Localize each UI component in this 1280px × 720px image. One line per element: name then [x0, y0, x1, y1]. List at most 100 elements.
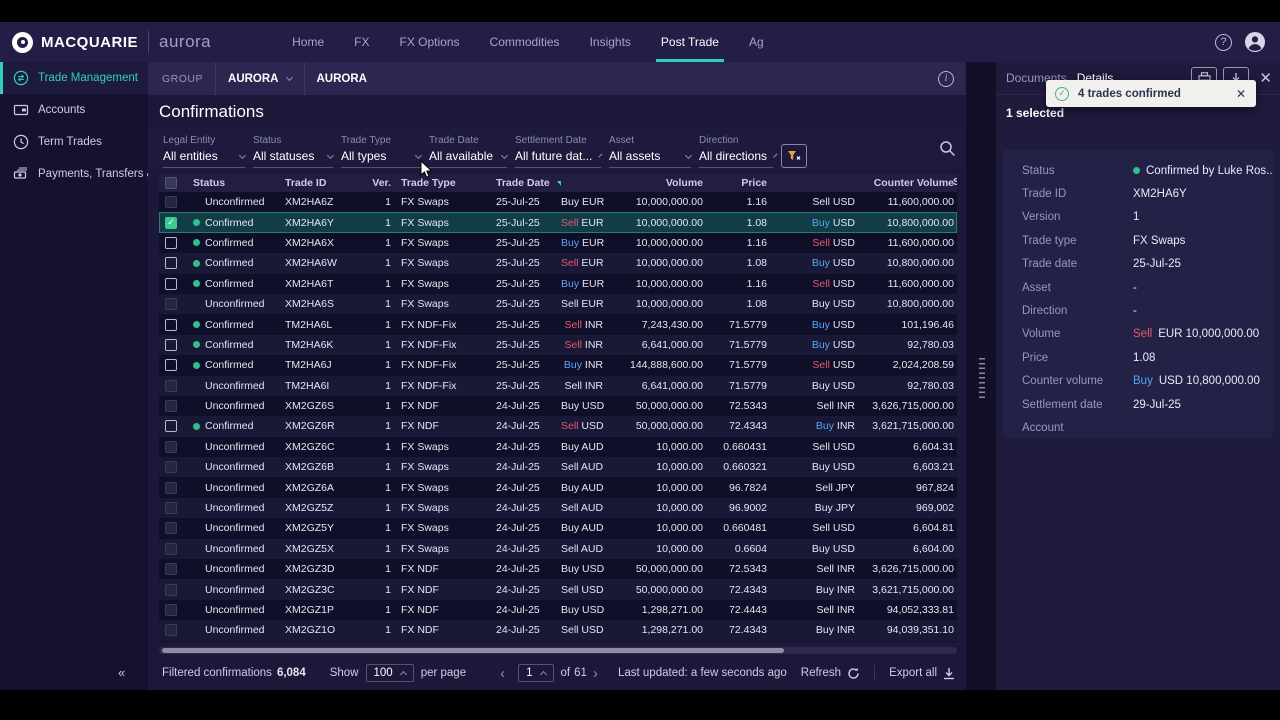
row-checkbox-cell — [159, 278, 187, 290]
row-checkbox[interactable] — [165, 604, 177, 616]
nav-item-insights[interactable]: Insights — [575, 22, 646, 62]
export-all-button[interactable]: Export all — [875, 667, 957, 680]
table-row-XM2GZ6S[interactable]: UnconfirmedXM2GZ6S1FX NDF24-Jul-25Buy US… — [159, 396, 957, 416]
row-checkbox[interactable] — [165, 319, 177, 331]
table-row-XM2HA6S[interactable]: UnconfirmedXM2HA6S1FX Swaps25-Jul-25Sell… — [159, 294, 957, 314]
sidebar-item-term-trades[interactable]: Term Trades — [0, 126, 148, 158]
user-avatar-icon[interactable] — [1244, 31, 1266, 53]
toast-close-icon[interactable]: ✕ — [1236, 87, 1246, 101]
row-checkbox[interactable] — [165, 380, 177, 392]
row-checkbox[interactable] — [165, 359, 177, 371]
table-row-XM2HA6X[interactable]: ConfirmedXM2HA6X1FX Swaps25-Jul-25Buy EU… — [159, 233, 957, 253]
status-dot — [193, 239, 200, 246]
nav-item-fx[interactable]: FX — [339, 22, 384, 62]
sidebar-item-payments-transfers[interactable]: Payments, Transfers & ... — [0, 158, 148, 190]
row-checkbox[interactable] — [165, 461, 177, 473]
row-checkbox-cell — [159, 237, 187, 249]
nav-item-commodities[interactable]: Commodities — [475, 22, 575, 62]
row-checkbox[interactable] — [165, 482, 177, 494]
row-checkbox[interactable] — [165, 298, 177, 310]
row-checkbox[interactable] — [165, 584, 177, 596]
header-status[interactable]: Status — [187, 177, 279, 189]
cell-volume: 50,000,000.00 — [617, 400, 713, 412]
table-row-XM2GZ6R[interactable]: ConfirmedXM2GZ6R1FX NDF24-Jul-25Sell USD… — [159, 416, 957, 436]
filter-legal-entity-dropdown[interactable]: All entities — [163, 149, 245, 168]
header-trade-type[interactable]: Trade Type — [395, 177, 477, 189]
nav-item-home[interactable]: Home — [277, 22, 339, 62]
table-row-XM2GZ1P[interactable]: UnconfirmedXM2GZ1P1FX NDF24-Jul-25Buy US… — [159, 600, 957, 620]
info-icon[interactable]: i — [938, 71, 954, 87]
table-row-XM2GZ5X[interactable]: UnconfirmedXM2GZ5X1FX Swaps24-Jul-25Sell… — [159, 539, 957, 559]
table-row-XM2HA6W[interactable]: ConfirmedXM2HA6W1FX Swaps25-Jul-25Sell E… — [159, 253, 957, 273]
row-checkbox[interactable] — [165, 257, 177, 269]
panel-resize-handle[interactable] — [979, 358, 985, 398]
sidebar-collapse-button[interactable]: « — [118, 665, 125, 680]
filter-settlement-date-dropdown[interactable]: All future dat... — [515, 149, 601, 168]
table-row-XM2HA6Y[interactable]: ✓ConfirmedXM2HA6Y1FX Swaps25-Jul-25Sell … — [159, 212, 957, 232]
header-trade-id[interactable]: Trade ID — [279, 177, 367, 189]
group-selector[interactable]: AURORA — [228, 73, 291, 85]
table-row-XM2GZ5Z[interactable]: UnconfirmedXM2GZ5Z1FX Swaps24-Jul-25Sell… — [159, 498, 957, 518]
row-checkbox[interactable] — [165, 400, 177, 412]
status-text: Confirmed — [205, 339, 253, 351]
header-volume[interactable]: Volume — [617, 177, 713, 189]
row-checkbox[interactable]: ✓ — [165, 217, 177, 229]
filter-asset-dropdown[interactable]: All assets — [609, 149, 691, 168]
cell-version: 1 — [367, 522, 395, 534]
close-panel-icon[interactable]: ✕ — [1259, 69, 1272, 87]
prev-page-button[interactable]: ‹ — [494, 665, 511, 682]
table-row-XM2GZ6A[interactable]: UnconfirmedXM2GZ6A1FX Swaps24-Jul-25Buy … — [159, 477, 957, 497]
table-row-XM2HA6Z[interactable]: UnconfirmedXM2HA6Z1FX Swaps25-Jul-25Buy … — [159, 192, 957, 212]
header-trade-date[interactable]: Trade Date — [477, 177, 561, 189]
row-checkbox[interactable] — [165, 543, 177, 555]
table-row-XM2GZ1O[interactable]: UnconfirmedXM2GZ1O1FX NDF24-Jul-25Sell U… — [159, 620, 957, 640]
row-checkbox[interactable] — [165, 502, 177, 514]
sidebar-item-trade-management[interactable]: Trade Management — [0, 62, 148, 94]
page-number-select[interactable]: 1 — [518, 664, 553, 682]
table-row-XM2GZ5Y[interactable]: UnconfirmedXM2GZ5Y1FX Swaps24-Jul-25Buy … — [159, 518, 957, 538]
table-row-XM2GZ6C[interactable]: UnconfirmedXM2GZ6C1FX Swaps24-Jul-25Buy … — [159, 437, 957, 457]
macquarie-logo[interactable]: MACQUARIE aurora — [12, 31, 211, 53]
row-checkbox[interactable] — [165, 441, 177, 453]
detail-value: - — [1133, 305, 1137, 317]
cell-counter-direction: Buy USD — [777, 217, 865, 229]
next-page-button[interactable]: › — [587, 665, 604, 682]
row-checkbox[interactable] — [165, 196, 177, 208]
row-checkbox[interactable] — [165, 339, 177, 351]
header-price[interactable]: Price — [713, 177, 777, 189]
help-icon[interactable]: ? — [1215, 34, 1232, 51]
clear-filters-button[interactable] — [781, 144, 807, 168]
nav-item-post-trade[interactable]: Post Trade — [646, 22, 734, 62]
table-row-XM2GZ6B[interactable]: UnconfirmedXM2GZ6B1FX Swaps24-Jul-25Sell… — [159, 457, 957, 477]
row-checkbox[interactable] — [165, 237, 177, 249]
sidebar-item-accounts[interactable]: Accounts — [0, 94, 148, 126]
horizontal-scrollbar-thumb[interactable] — [162, 648, 784, 653]
filter-trade-date-dropdown[interactable]: All available — [429, 149, 507, 168]
table-row-TM2HA6L[interactable]: ConfirmedTM2HA6L1FX NDF-Fix25-Jul-25Sell… — [159, 314, 957, 334]
header-ver[interactable]: Ver. — [367, 177, 395, 189]
horizontal-scrollbar[interactable] — [159, 647, 957, 654]
table-row-TM2HA6K[interactable]: ConfirmedTM2HA6K1FX NDF-Fix25-Jul-25Sell… — [159, 335, 957, 355]
nav-item-fx-options[interactable]: FX Options — [385, 22, 475, 62]
detail-value-text: - — [1133, 305, 1137, 317]
row-checkbox[interactable] — [165, 278, 177, 290]
table-row-TM2HA6J[interactable]: ConfirmedTM2HA6J1FX NDF-Fix25-Jul-25Buy … — [159, 355, 957, 375]
table-row-TM2HA6I[interactable]: UnconfirmedTM2HA6I1FX NDF-Fix25-Jul-25Se… — [159, 376, 957, 396]
nav-item-ag[interactable]: Ag — [734, 22, 779, 62]
filter-trade-type-dropdown[interactable]: All types — [341, 149, 421, 168]
filter-direction-dropdown[interactable]: All directions — [699, 149, 773, 168]
filter-status-dropdown[interactable]: All statuses — [253, 149, 333, 168]
header-counter-volume[interactable]: Counter Volume — [865, 177, 957, 189]
search-icon[interactable] — [939, 140, 956, 162]
row-checkbox[interactable] — [165, 624, 177, 636]
row-checkbox[interactable] — [165, 420, 177, 432]
header-select-all[interactable] — [159, 177, 187, 189]
table-row-XM2HA6T[interactable]: ConfirmedXM2HA6T1FX Swaps25-Jul-25Buy EU… — [159, 274, 957, 294]
cell-trade-date: 24-Jul-25 — [477, 624, 561, 636]
row-checkbox[interactable] — [165, 522, 177, 534]
row-checkbox[interactable] — [165, 563, 177, 575]
page-size-select[interactable]: 100 — [366, 664, 414, 682]
refresh-button[interactable]: Refresh — [787, 667, 874, 680]
table-row-XM2GZ3C[interactable]: UnconfirmedXM2GZ3C1FX NDF24-Jul-25Sell U… — [159, 579, 957, 599]
table-row-XM2GZ3D[interactable]: UnconfirmedXM2GZ3D1FX NDF24-Jul-25Buy US… — [159, 559, 957, 579]
